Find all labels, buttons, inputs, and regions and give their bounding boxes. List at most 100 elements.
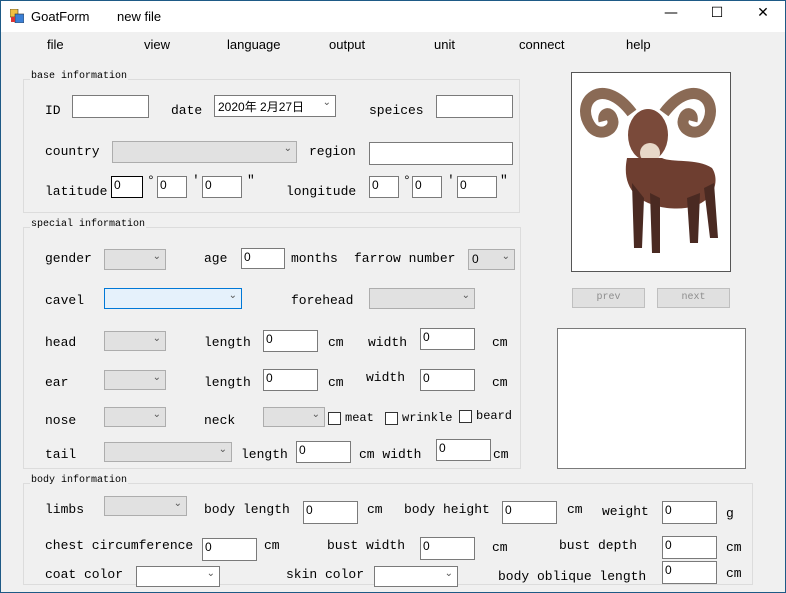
species-label: speices: [369, 103, 424, 118]
meat-checkbox[interactable]: [328, 412, 341, 425]
body-oblique-length-label: body oblique length: [498, 569, 647, 584]
neck-label: neck: [204, 413, 236, 428]
chevron-down-icon: ⌄: [461, 290, 470, 301]
bust-depth-label: bust depth: [559, 538, 638, 553]
body-height-label: body height: [404, 502, 490, 517]
body-length-input[interactable]: 0: [303, 501, 358, 524]
nose-select[interactable]: ⌄: [104, 407, 166, 427]
goat-image: [571, 72, 731, 272]
chevron-down-icon: ⌄: [152, 372, 161, 383]
longitude-label: longitude: [286, 184, 357, 199]
ear-select[interactable]: ⌄: [104, 370, 166, 390]
longitude-degrees-input[interactable]: 0: [369, 176, 399, 198]
cavel-label: cavel: [45, 293, 85, 308]
chevron-down-icon: ⌄: [322, 97, 331, 108]
cm-unit: cm: [328, 375, 344, 390]
next-button[interactable]: next: [657, 288, 730, 308]
ear-width-input[interactable]: 0: [420, 369, 475, 391]
beard-checkbox[interactable]: [459, 410, 472, 423]
country-select[interactable]: ⌄: [112, 141, 297, 163]
menu-connect[interactable]: connect: [519, 37, 565, 52]
menu-help[interactable]: help: [626, 37, 651, 52]
head-width-input[interactable]: 0: [420, 328, 475, 350]
close-button[interactable]: ✕: [748, 5, 778, 27]
chevron-down-icon: ⌄: [206, 568, 215, 579]
latitude-degrees-input[interactable]: 0: [111, 176, 143, 198]
cm-width-label: cm width: [359, 447, 422, 462]
menu-view[interactable]: view: [144, 37, 170, 52]
coat-color-select[interactable]: ⌄: [136, 566, 220, 587]
coat-color-label: coat color: [45, 567, 124, 582]
head-label: head: [45, 335, 77, 350]
cavel-select[interactable]: ⌄: [104, 288, 242, 309]
ear-width-label: width: [366, 370, 406, 385]
neck-select[interactable]: ⌄: [263, 407, 325, 427]
cm-unit: cm: [367, 502, 383, 517]
body-height-input[interactable]: 0: [502, 501, 557, 524]
bust-width-input[interactable]: 0: [420, 537, 475, 560]
tail-length-input[interactable]: 0: [296, 441, 351, 463]
longitude-seconds-input[interactable]: 0: [457, 176, 497, 198]
menu-file[interactable]: file: [47, 37, 64, 52]
date-label: date: [171, 103, 203, 118]
date-picker[interactable]: 2020年 2月27日 ⌄: [214, 95, 336, 117]
menu-language[interactable]: language: [227, 37, 281, 52]
age-input[interactable]: 0: [241, 248, 285, 269]
skin-color-select[interactable]: ⌄: [374, 566, 458, 587]
cm-unit: cm: [567, 502, 583, 517]
meat-label: meat: [345, 411, 374, 425]
bust-depth-input[interactable]: 0: [662, 536, 717, 559]
limbs-label: limbs: [45, 502, 85, 517]
head-select[interactable]: ⌄: [104, 331, 166, 351]
latitude-minutes-input[interactable]: 0: [157, 176, 187, 198]
date-value: 2020年 2月27日: [218, 100, 305, 114]
id-label: ID: [45, 103, 61, 118]
gender-label: gender: [45, 251, 92, 266]
cm-unit: cm: [492, 375, 508, 390]
region-input[interactable]: [369, 142, 513, 165]
weight-input[interactable]: 0: [662, 501, 717, 524]
notes-textbox[interactable]: [557, 328, 746, 469]
country-label: country: [45, 144, 100, 159]
age-label: age: [204, 251, 228, 266]
latitude-seconds-input[interactable]: 0: [202, 176, 242, 198]
gender-select[interactable]: ⌄: [104, 249, 166, 270]
longitude-minutes-input[interactable]: 0: [412, 176, 442, 198]
wrinkle-checkbox[interactable]: [385, 412, 398, 425]
chest-circumference-input[interactable]: 0: [202, 538, 257, 561]
second-symbol: ″: [247, 173, 255, 188]
limbs-select[interactable]: ⌄: [104, 496, 187, 516]
app-icon: [9, 8, 25, 24]
id-input[interactable]: [72, 95, 149, 118]
window-title: GoatForm: [31, 9, 90, 24]
forehead-label: forehead: [291, 293, 354, 308]
chevron-down-icon: ⌄: [152, 251, 161, 262]
prev-button[interactable]: prev: [572, 288, 645, 308]
body-length-label: body length: [204, 502, 290, 517]
farrow-number-select[interactable]: 0 ⌄: [468, 249, 515, 270]
minute-symbol: ': [192, 173, 200, 188]
body-oblique-length-input[interactable]: 0: [662, 561, 717, 584]
tail-length-label: length: [241, 447, 288, 462]
latitude-label: latitude: [45, 184, 108, 199]
cm-unit: cm: [726, 566, 742, 581]
menu-output[interactable]: output: [329, 37, 365, 52]
cm-unit: cm: [264, 538, 280, 553]
chevron-down-icon: ⌄: [444, 568, 453, 579]
chevron-down-icon: ⌄: [152, 333, 161, 344]
tail-select[interactable]: ⌄: [104, 442, 232, 462]
head-width-label: width: [368, 335, 408, 350]
menu-unit[interactable]: unit: [434, 37, 455, 52]
species-input[interactable]: [436, 95, 513, 118]
chevron-down-icon: ⌄: [501, 251, 510, 262]
maximize-button[interactable]: ☐: [702, 5, 732, 27]
file-name: new file: [117, 9, 162, 24]
tail-label: tail: [45, 447, 77, 462]
chevron-down-icon: ⌄: [218, 444, 227, 455]
minimize-button[interactable]: —: [656, 5, 686, 27]
cm-unit: cm: [328, 335, 344, 350]
ear-length-input[interactable]: 0: [263, 369, 318, 391]
tail-width-input[interactable]: 0: [436, 439, 491, 461]
forehead-select[interactable]: ⌄: [369, 288, 475, 309]
head-length-input[interactable]: 0: [263, 330, 318, 352]
